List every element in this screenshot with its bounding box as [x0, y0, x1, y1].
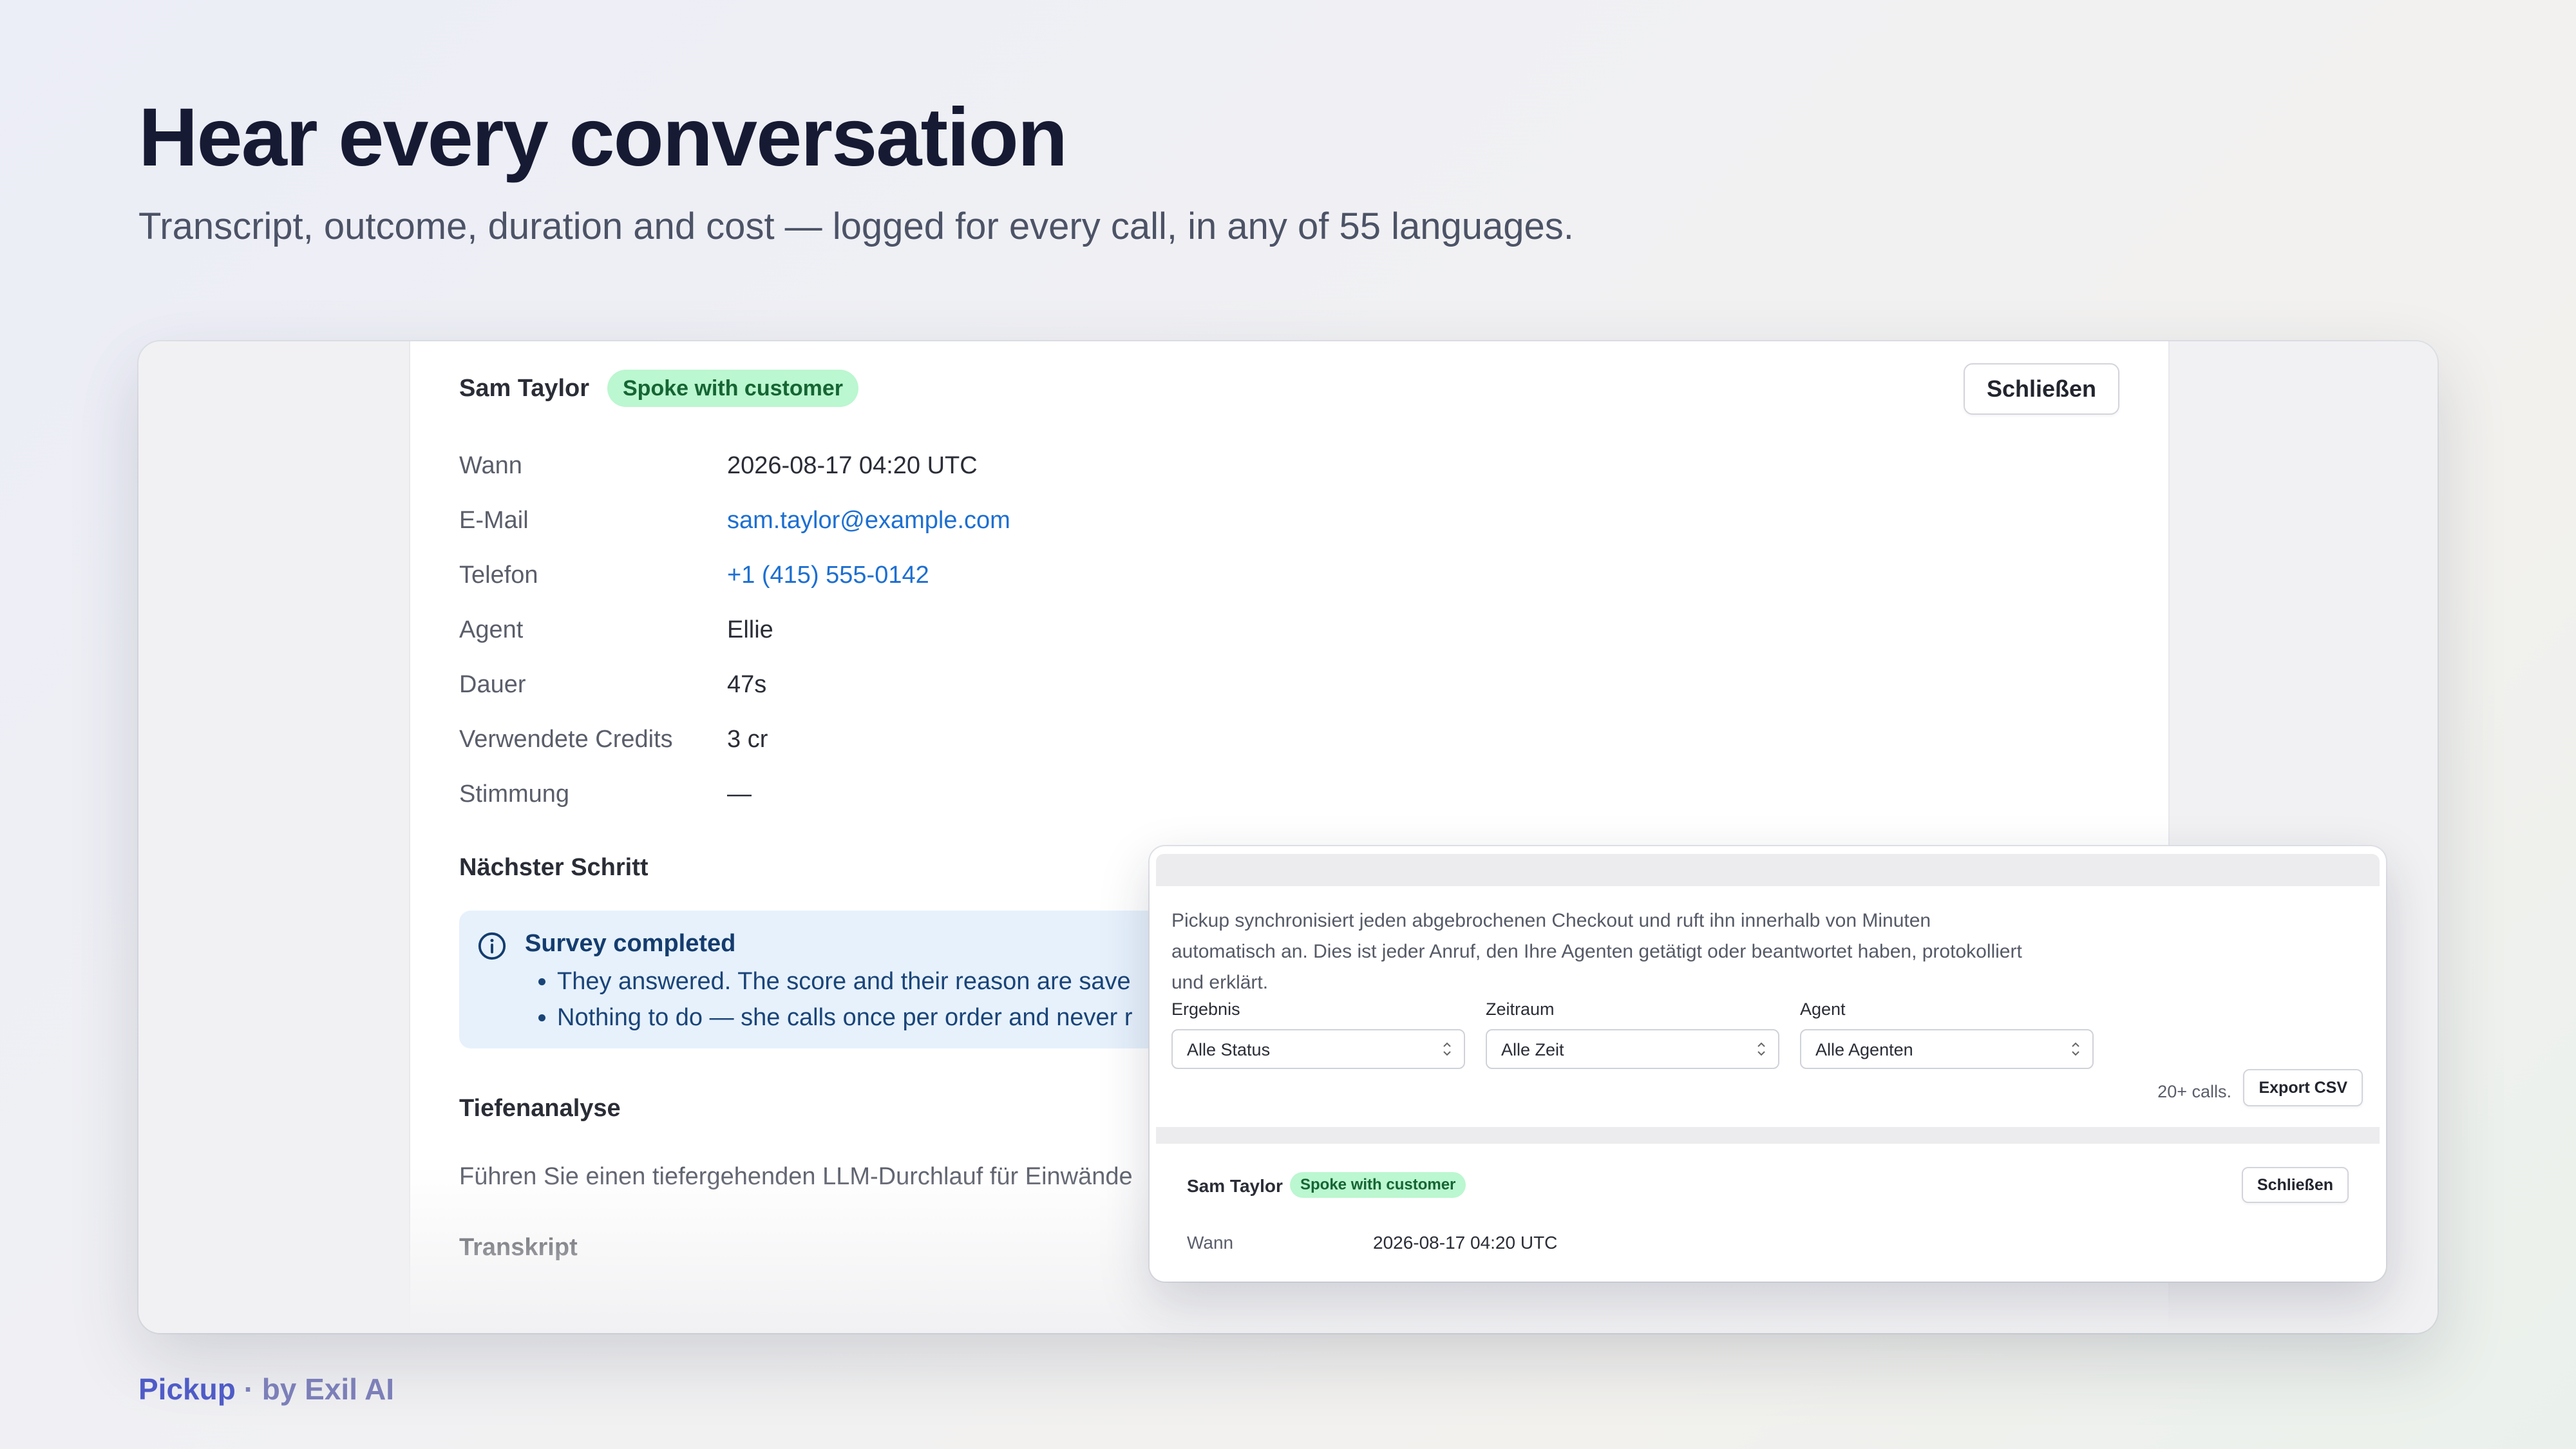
footer-brand: Pickup · by Exil AI — [138, 1372, 394, 1406]
row-caller-name: Sam Taylor — [1187, 1176, 1283, 1196]
field-label-duration: Dauer — [459, 671, 526, 698]
field-label-email: E-Mail — [459, 507, 529, 534]
outcome-select-value: Alle Status — [1187, 1040, 1271, 1059]
deep-analysis-text: Führen Sie einen tiefergehenden LLM-Durc… — [459, 1163, 1133, 1190]
callout-list: They answered. The score and their reaso… — [525, 963, 1133, 1036]
info-icon — [478, 932, 506, 960]
filter-label-outcome: Ergebnis — [1171, 999, 1240, 1019]
field-label-sentiment: Stimmung — [459, 781, 570, 808]
deep-analysis-heading: Tiefenanalyse — [459, 1095, 621, 1122]
field-value-agent: Ellie — [727, 616, 773, 643]
updown-chevron-icon — [2072, 1042, 2079, 1056]
transcript-heading: Transkript — [459, 1234, 578, 1261]
callout-bullet: They answered. The score and their reaso… — [557, 963, 1133, 999]
updown-chevron-icon — [1757, 1042, 1765, 1056]
field-value-sentiment: — — [727, 781, 752, 808]
calls-list-popup: Pickup synchronisiert jeden abgebrochene… — [1150, 846, 2386, 1282]
hero-title: Hear every conversation — [138, 91, 1068, 184]
outcome-select[interactable]: Alle Status — [1171, 1029, 1465, 1069]
field-label-when: Wann — [459, 452, 522, 479]
callout-title: Survey completed — [525, 930, 736, 957]
row-field-value-when: 2026-08-17 04:20 UTC — [1373, 1233, 1558, 1253]
updown-chevron-icon — [1443, 1042, 1451, 1056]
popup-divider — [1156, 1127, 2380, 1144]
row-close-button[interactable]: Schließen — [2241, 1167, 2349, 1203]
phone-link[interactable]: +1 (415) 555-0142 — [727, 562, 929, 589]
callout-bullet: Nothing to do — she calls once per order… — [557, 999, 1133, 1036]
field-value-when: 2026-08-17 04:20 UTC — [727, 452, 978, 479]
hero-subtitle: Transcript, outcome, duration and cost —… — [138, 205, 1574, 247]
filter-label-period: Zeitraum — [1486, 999, 1555, 1019]
email-link[interactable]: sam.taylor@example.com — [727, 507, 1010, 535]
popup-description: Pickup synchronisiert jeden abgebrochene… — [1171, 910, 2022, 993]
field-value-duration: 47s — [727, 671, 767, 698]
field-label-agent: Agent — [459, 616, 524, 643]
period-select[interactable]: Alle Zeit — [1486, 1029, 1779, 1069]
field-label-credits: Verwendete Credits — [459, 726, 673, 753]
field-value-credits: 3 cr — [727, 726, 768, 753]
export-csv-button[interactable]: Export CSV — [2243, 1069, 2363, 1106]
status-badge: Spoke with customer — [607, 370, 858, 407]
brand-byline: · by Exil AI — [235, 1372, 395, 1406]
row-field-label-when: Wann — [1187, 1233, 1234, 1253]
agent-select-value: Alle Agenten — [1815, 1040, 1913, 1059]
brand-name: Pickup — [138, 1372, 236, 1406]
field-label-phone: Telefon — [459, 562, 538, 589]
next-step-heading: Nächster Schritt — [459, 854, 649, 881]
calls-count: 20+ calls. — [2157, 1082, 2231, 1101]
agent-select[interactable]: Alle Agenten — [1800, 1029, 2094, 1069]
filter-label-agent: Agent — [1800, 999, 1846, 1019]
caller-name: Sam Taylor — [459, 375, 590, 402]
period-select-value: Alle Zeit — [1501, 1040, 1564, 1059]
close-button[interactable]: Schließen — [1963, 363, 2119, 415]
popup-top-bar — [1156, 854, 2380, 886]
row-status-badge: Spoke with customer — [1290, 1172, 1466, 1198]
